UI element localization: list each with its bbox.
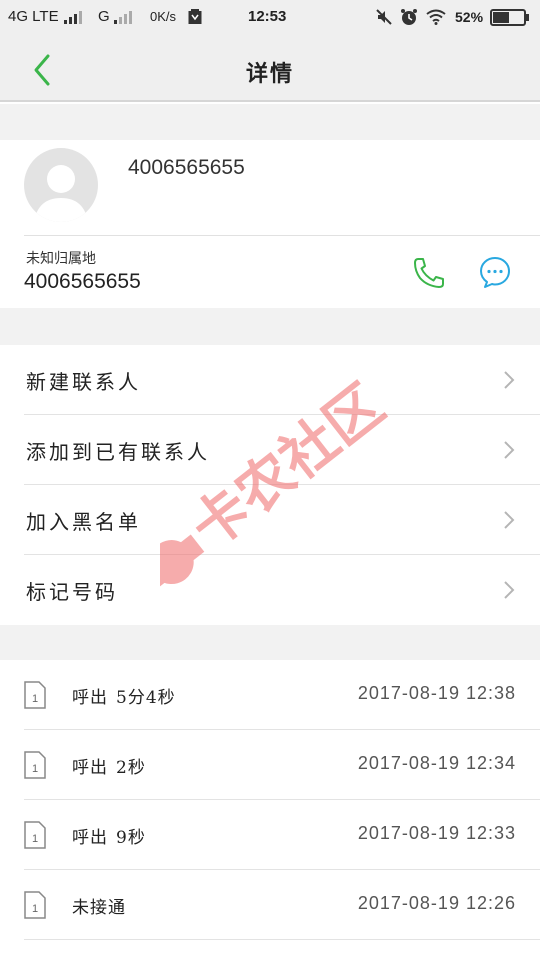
section-gap xyxy=(0,308,540,345)
clock: 12:53 xyxy=(248,8,287,25)
section-gap xyxy=(0,625,540,660)
sim-card-icon: 1 xyxy=(24,751,46,779)
menu-item-mark-number[interactable]: 标记号码 xyxy=(0,555,540,625)
call-time: 2017-08-19 12:33 xyxy=(357,823,516,843)
call-log-row[interactable]: 1 呼出 9秒 2017-08-19 12:33 xyxy=(0,800,540,870)
contact-number: 4006565655 xyxy=(24,270,141,293)
sim-card-icon: 1 xyxy=(24,821,46,849)
status-bar: 4G LTE G 0K/s 12:53 52% xyxy=(0,0,540,36)
call-log: 1 呼出 5分4秒 2017-08-19 12:38 1 呼出 2秒 2017-08… xyxy=(0,660,540,940)
sim-card-icon: 1 xyxy=(24,891,46,919)
menu-item-label: 加入黑名单 xyxy=(26,510,141,534)
call-log-row[interactable]: 1 呼出 2秒 2017-08-19 12:34 xyxy=(0,730,540,800)
call-time: 2017-08-19 12:26 xyxy=(357,893,516,913)
message-icon[interactable] xyxy=(478,255,512,289)
wifi-icon xyxy=(426,9,446,25)
download-icon xyxy=(188,9,202,24)
menu-item-new-contact[interactable]: 新建联系人 xyxy=(0,345,540,415)
call-duration: 9秒 xyxy=(116,828,146,848)
top-app-bar: 详情 xyxy=(0,36,540,102)
speed-label: 0K/s xyxy=(150,9,177,24)
divider xyxy=(24,235,540,236)
contact-name: 4006565655 xyxy=(128,156,245,179)
mute-icon xyxy=(376,9,392,25)
menu-item-add-to-existing[interactable]: 添加到已有联系人 xyxy=(0,415,540,485)
chevron-right-icon xyxy=(504,511,515,529)
menu-item-label: 标记号码 xyxy=(26,580,118,604)
svg-text:1: 1 xyxy=(32,763,38,775)
battery-label: 52% xyxy=(455,9,484,25)
location-label: 未知归属地 xyxy=(26,251,96,267)
page-title: 详情 xyxy=(245,61,294,87)
battery-icon xyxy=(490,9,529,26)
chevron-right-icon xyxy=(504,581,515,599)
call-type: 呼出 5分4秒 xyxy=(72,688,176,708)
call-duration: 2秒 xyxy=(116,758,146,778)
call-duration: 5分4秒 xyxy=(116,688,176,708)
call-log-row[interactable]: 1 呼出 5分4秒 2017-08-19 12:38 xyxy=(0,660,540,730)
menu-item-blacklist[interactable]: 加入黑名单 xyxy=(0,485,540,555)
network2-label: G xyxy=(98,8,110,25)
call-type: 呼出 9秒 xyxy=(72,828,146,848)
menu-item-label: 新建联系人 xyxy=(26,370,141,394)
action-menu: 新建联系人 添加到已有联系人 加入黑名单 标记号码 xyxy=(0,345,540,625)
network-label: 4G LTE xyxy=(8,8,59,25)
signal2-icon xyxy=(114,11,132,24)
svg-text:1: 1 xyxy=(32,693,38,705)
chevron-right-icon xyxy=(504,371,515,389)
svg-text:1: 1 xyxy=(32,903,38,915)
call-log-row[interactable]: 1 未接通 2017-08-19 12:26 xyxy=(0,870,540,940)
contact-card: 4006565655 未知归属地 4006565655 xyxy=(0,140,540,308)
divider xyxy=(24,939,540,940)
call-time: 2017-08-19 12:34 xyxy=(357,753,516,773)
call-type: 未接通 xyxy=(72,898,126,918)
sim-card-icon: 1 xyxy=(24,681,46,709)
call-time: 2017-08-19 12:38 xyxy=(357,683,516,703)
chevron-right-icon xyxy=(504,441,515,459)
svg-text:1: 1 xyxy=(32,833,38,845)
alarm-icon xyxy=(401,9,417,25)
call-type: 呼出 2秒 xyxy=(72,758,146,778)
signal-icon xyxy=(64,11,82,24)
section-gap xyxy=(0,104,540,140)
menu-item-label: 添加到已有联系人 xyxy=(26,440,210,464)
phone-icon[interactable] xyxy=(412,256,446,290)
avatar xyxy=(24,148,98,222)
